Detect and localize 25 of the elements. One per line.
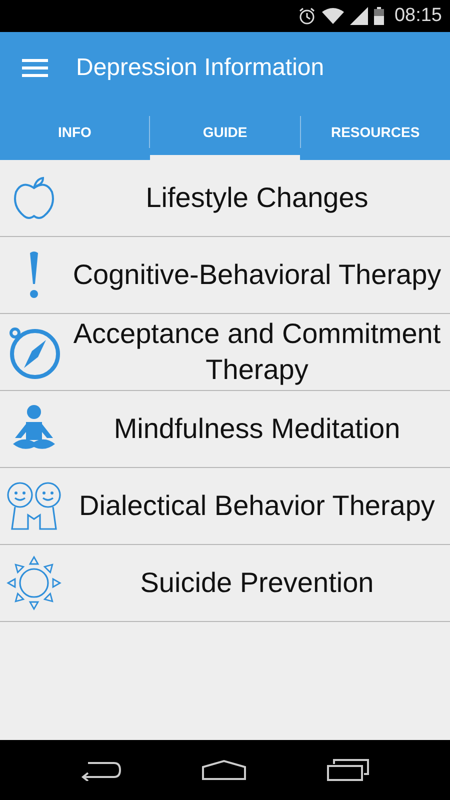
app-title: Depression Information: [76, 54, 324, 82]
guide-item[interactable]: Lifestyle Changes: [0, 160, 450, 237]
battery-icon: [374, 7, 384, 25]
signal-icon: [350, 7, 368, 25]
guide-item[interactable]: Acceptance and Commitment Therapy: [0, 314, 450, 391]
clock-time: 08:15: [394, 5, 442, 27]
item-label: Suicide Prevention: [139, 566, 375, 600]
item-label: Dialectical Behavior Therapy: [78, 489, 436, 523]
guide-item[interactable]: Suicide Prevention: [0, 545, 450, 622]
item-label: Cognitive-Behavioral Therapy: [72, 258, 442, 292]
guide-item[interactable]: Dialectical Behavior Therapy: [0, 468, 450, 545]
alarm-icon: [298, 7, 316, 25]
guide-item[interactable]: Mindfulness Meditation: [0, 391, 450, 468]
wifi-icon: [322, 8, 344, 24]
item-label: Lifestyle Changes: [144, 181, 370, 215]
friends-icon: [6, 481, 62, 531]
sun-icon: [6, 555, 62, 611]
menu-icon[interactable]: [22, 59, 48, 77]
item-label: Acceptance and Commitment Therapy: [72, 317, 442, 387]
item-label: Mindfulness Meditation: [112, 412, 402, 446]
guide-item[interactable]: Cognitive-Behavioral Therapy: [0, 237, 450, 314]
back-icon[interactable]: [80, 759, 122, 781]
home-icon[interactable]: [200, 759, 247, 781]
recents-icon[interactable]: [326, 758, 370, 782]
exclamation-icon: [27, 250, 41, 300]
